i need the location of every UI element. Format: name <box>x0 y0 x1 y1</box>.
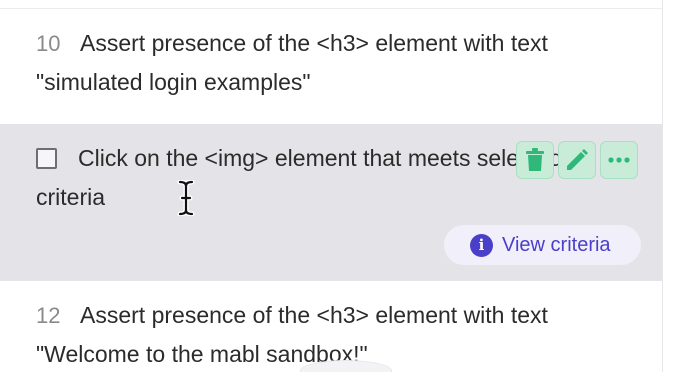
step-number: 10 <box>36 31 61 56</box>
step-number: 12 <box>36 303 61 328</box>
view-criteria-label: View criteria <box>502 233 611 256</box>
more-options-button[interactable] <box>600 141 638 179</box>
step-row-10[interactable]: 10 Assert presence of the <h3> element wi… <box>0 24 662 124</box>
edit-button[interactable] <box>558 141 596 179</box>
trash-icon <box>526 148 544 171</box>
more-options-icon <box>608 157 630 163</box>
step-description: Click on the <img> element that meets se… <box>36 145 563 210</box>
step-row-11-selected[interactable]: Click on the <img> element that meets se… <box>0 124 662 281</box>
info-icon: i <box>470 233 493 257</box>
test-steps-list: 10 Assert presence of the <h3> element wi… <box>0 0 662 372</box>
step-text: 10 Assert presence of the <h3> element wi… <box>36 24 636 102</box>
step-description: Assert presence of the <h3> element with… <box>36 302 548 367</box>
delete-button[interactable] <box>516 141 554 179</box>
step-actions <box>516 141 638 179</box>
scrollbar[interactable] <box>662 0 686 372</box>
step-description: Assert presence of the <h3> element with… <box>36 30 548 95</box>
pencil-icon <box>567 149 588 170</box>
text-cursor-icon <box>177 180 195 216</box>
step-checkbox[interactable] <box>36 148 57 169</box>
view-criteria-button[interactable]: i View criteria <box>444 225 641 265</box>
divider <box>0 8 662 9</box>
